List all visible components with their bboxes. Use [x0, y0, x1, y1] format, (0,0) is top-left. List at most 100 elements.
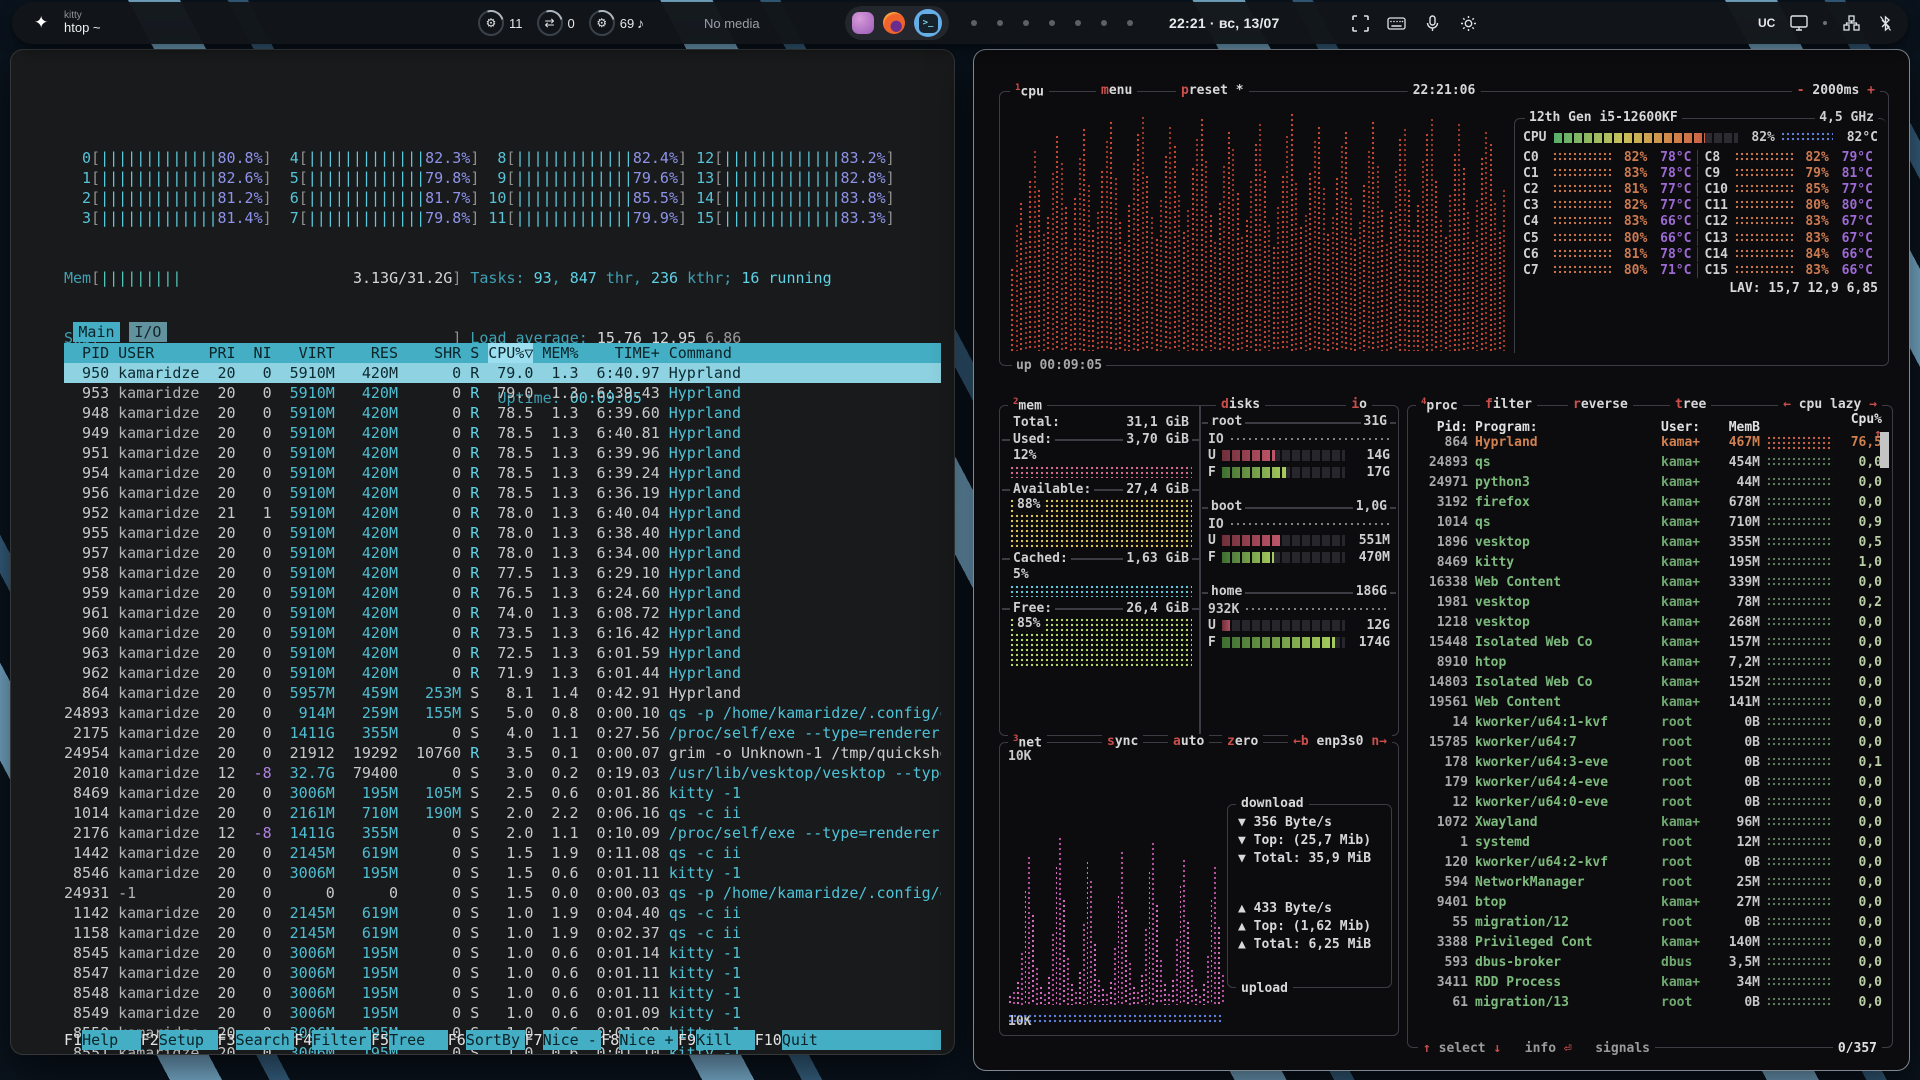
- screenshot-icon[interactable]: [1350, 13, 1370, 33]
- process-row[interactable]: 961kamaridze2005910M420M0R74.01.36:08.72…: [64, 603, 941, 623]
- process-row[interactable]: 960kamaridze2005910M420M0R73.51.36:16.42…: [64, 623, 941, 643]
- fkey-label-f7[interactable]: Nice -: [543, 1030, 602, 1050]
- process-row[interactable]: 962kamaridze2005910M420M0R71.91.36:01.44…: [64, 663, 941, 683]
- fan-gauge-stat[interactable]: ⚙69: [589, 10, 634, 36]
- proc-scrollbar[interactable]: [1880, 432, 1889, 468]
- btop-process-row[interactable]: 8469kittykama+195M1,0: [1408, 552, 1892, 572]
- process-row[interactable]: 2176kamaridze12-81411G355M0S2.01.10:10.0…: [64, 823, 941, 843]
- workspace-dot[interactable]: [1049, 20, 1055, 26]
- workspace-dot[interactable]: [1023, 20, 1029, 26]
- process-row[interactable]: 8549kamaridze2003006M195M0S1.00.60:01.09…: [64, 1003, 941, 1023]
- proc-sort-selector[interactable]: ← cpu lazy →: [1778, 397, 1882, 412]
- btop-process-row[interactable]: 1014qskama+710M0,9: [1408, 512, 1892, 532]
- process-row[interactable]: 952kamaridze2115910M420M0R78.01.36:40.04…: [64, 503, 941, 523]
- btop-process-row[interactable]: 3388Privileged Contkama+140M0,0: [1408, 932, 1892, 952]
- process-row[interactable]: 958kamaridze2005910M420M0R77.51.36:29.10…: [64, 563, 941, 583]
- process-row[interactable]: 956kamaridze2005910M420M0R78.51.36:36.19…: [64, 483, 941, 503]
- btop-process-row[interactable]: 15448Isolated Web Cokama+157M0,0: [1408, 632, 1892, 652]
- fkey-f9[interactable]: F9: [678, 1030, 696, 1050]
- btop-process-row[interactable]: 178kworker/u64:3-everoot0B0,1: [1408, 752, 1892, 772]
- workspace-app-icon[interactable]: [852, 12, 874, 34]
- btop-process-row[interactable]: 1896vesktopkama+355M0,5: [1408, 532, 1892, 552]
- btop-process-row[interactable]: 8910htopkama+7,2M0,0: [1408, 652, 1892, 672]
- btop-process-row[interactable]: 3192firefoxkama+678M0,0: [1408, 492, 1892, 512]
- brightness-icon[interactable]: [1458, 13, 1478, 33]
- process-row[interactable]: 8545kamaridze2003006M195M0S1.00.60:01.14…: [64, 943, 941, 963]
- process-row[interactable]: 1158kamaridze2002145M619M0S1.01.90:02.37…: [64, 923, 941, 943]
- active-workspace[interactable]: >_: [914, 9, 942, 37]
- net-zero-toggle[interactable]: zero: [1222, 734, 1263, 749]
- process-row[interactable]: 951kamaridze2005910M420M0R78.51.36:39.96…: [64, 443, 941, 463]
- fkey-f10[interactable]: F10: [755, 1030, 782, 1050]
- fkey-label-f10[interactable]: Quit: [782, 1030, 941, 1050]
- process-row[interactable]: 8547kamaridze2003006M195M0S1.00.60:01.11…: [64, 963, 941, 983]
- btop-process-row[interactable]: 9401btopkama+27M0,0: [1408, 892, 1892, 912]
- fkey-f6[interactable]: F6: [448, 1030, 466, 1050]
- process-row[interactable]: 950kamaridze2005910M420M0R79.01.36:40.97…: [64, 363, 941, 383]
- bluetooth-off-icon[interactable]: [1875, 13, 1895, 33]
- update-interval[interactable]: - 2000ms +: [1792, 83, 1880, 98]
- htop-column-header[interactable]: PIDUSERPRINIVIRTRESSHRSCPU%▽MEM%TIME+Com…: [64, 343, 941, 363]
- proc-box-title[interactable]: 4proc: [1416, 397, 1463, 413]
- mem-box-title[interactable]: 2mem: [1008, 397, 1047, 413]
- cpu-gauge-stat[interactable]: ⚙11: [478, 10, 523, 36]
- workspace-dot[interactable]: [1127, 20, 1133, 26]
- process-row[interactable]: 963kamaridze2005910M420M0R72.51.36:01.59…: [64, 643, 941, 663]
- disks-title[interactable]: disks: [1216, 397, 1265, 412]
- net-interface-selector[interactable]: ←b enp3s0 n→: [1288, 734, 1392, 749]
- fkey-label-f8[interactable]: Nice +: [619, 1030, 678, 1050]
- menu-button[interactable]: menu: [1096, 83, 1137, 98]
- btop-process-row[interactable]: 120kworker/u64:2-kvfroot0B0,0: [1408, 852, 1892, 872]
- fkey-label-f9[interactable]: Kill: [696, 1030, 755, 1050]
- keyboard-layout-indicator[interactable]: UC: [1758, 16, 1775, 30]
- fkey-label-f3[interactable]: Search: [236, 1030, 295, 1050]
- btop-process-row[interactable]: 14kworker/u64:1-kvfroot0B0,0: [1408, 712, 1892, 732]
- btop-process-row[interactable]: 1072Xwaylandkama+96M0,0: [1408, 812, 1892, 832]
- process-row[interactable]: 949kamaridze2005910M420M0R78.51.36:40.81…: [64, 423, 941, 443]
- process-row[interactable]: 24931-1200000S1.50.00:00.03qs -p /home/k…: [64, 883, 941, 903]
- btop-process-row[interactable]: 61migration/13root0B0,0: [1408, 992, 1892, 1012]
- process-row[interactable]: 8546kamaridze2003006M195M0S1.50.60:01.11…: [64, 863, 941, 883]
- firefox-icon[interactable]: [883, 12, 905, 34]
- fkey-f2[interactable]: F2: [141, 1030, 159, 1050]
- btop-process-row[interactable]: 24893qskama+454M0,0: [1408, 452, 1892, 472]
- fkey-label-f5[interactable]: Tree: [389, 1030, 448, 1050]
- btop-process-row[interactable]: 1218vesktopkama+268M0,0: [1408, 612, 1892, 632]
- workspace-dot[interactable]: [1075, 20, 1081, 26]
- process-row[interactable]: 864kamaridze2005957M459M253MS8.11.40:42.…: [64, 683, 941, 703]
- preset-button[interactable]: preset *: [1176, 83, 1249, 98]
- fkey-label-f1[interactable]: Help: [82, 1030, 141, 1050]
- workspace-dot[interactable]: [1101, 20, 1107, 26]
- fkey-f7[interactable]: F7: [525, 1030, 543, 1050]
- process-row[interactable]: 8548kamaridze2003006M195M0S1.00.60:01.11…: [64, 983, 941, 1003]
- microphone-icon[interactable]: [1422, 13, 1442, 33]
- btop-process-row[interactable]: 16338Web Contentkama+339M0,0: [1408, 572, 1892, 592]
- clock[interactable]: 22:21 · вс, 13/07: [1169, 2, 1280, 44]
- process-row[interactable]: 2010kamaridze12-832.7G794000S3.00.20:19.…: [64, 763, 941, 783]
- process-row[interactable]: 1442kamaridze2002145M619M0S1.51.90:11.08…: [64, 843, 941, 863]
- proc-filter-button[interactable]: filter: [1480, 397, 1537, 412]
- htop-tab-io[interactable]: I/O: [129, 322, 167, 342]
- fkey-label-f6[interactable]: SortBy: [466, 1030, 525, 1050]
- process-row[interactable]: 953kamaridze2005910M420M0R79.01.36:39.43…: [64, 383, 941, 403]
- proc-footer-keys[interactable]: ↑ select ↓ info ⏎ signals: [1418, 1041, 1655, 1056]
- btop-process-row[interactable]: 594NetworkManagerroot25M0,0: [1408, 872, 1892, 892]
- io-title[interactable]: io: [1346, 397, 1372, 412]
- process-row[interactable]: 955kamaridze2005910M420M0R78.01.36:38.40…: [64, 523, 941, 543]
- fkey-label-f2[interactable]: Setup: [159, 1030, 218, 1050]
- proc-tree-button[interactable]: tree: [1670, 397, 1711, 412]
- btop-process-row[interactable]: 593dbus-brokerdbus3,5M0,0: [1408, 952, 1892, 972]
- btop-process-row[interactable]: 15785kworker/u64:7root0B0,0: [1408, 732, 1892, 752]
- display-icon[interactable]: [1789, 13, 1809, 33]
- launcher[interactable]: ✦: [34, 2, 48, 44]
- process-row[interactable]: 959kamaridze2005910M420M0R76.51.36:24.60…: [64, 583, 941, 603]
- cpu-box-title[interactable]: 1cpu: [1010, 83, 1049, 99]
- btop-process-row[interactable]: 1systemdroot12M0,0: [1408, 832, 1892, 852]
- process-row[interactable]: 1142kamaridze2002145M619M0S1.01.90:04.40…: [64, 903, 941, 923]
- btop-process-row[interactable]: 3411RDD Processkama+34M0,0: [1408, 972, 1892, 992]
- network-icon[interactable]: [1841, 13, 1861, 33]
- btop-process-row[interactable]: 19561Web Contentkama+141M0,0: [1408, 692, 1892, 712]
- btop-process-row[interactable]: 864Hyprlandkama+467M76,5: [1408, 432, 1892, 452]
- btop-process-row[interactable]: 55migration/12root0B0,0: [1408, 912, 1892, 932]
- swap-arrows-stat[interactable]: ⇄0: [537, 10, 575, 36]
